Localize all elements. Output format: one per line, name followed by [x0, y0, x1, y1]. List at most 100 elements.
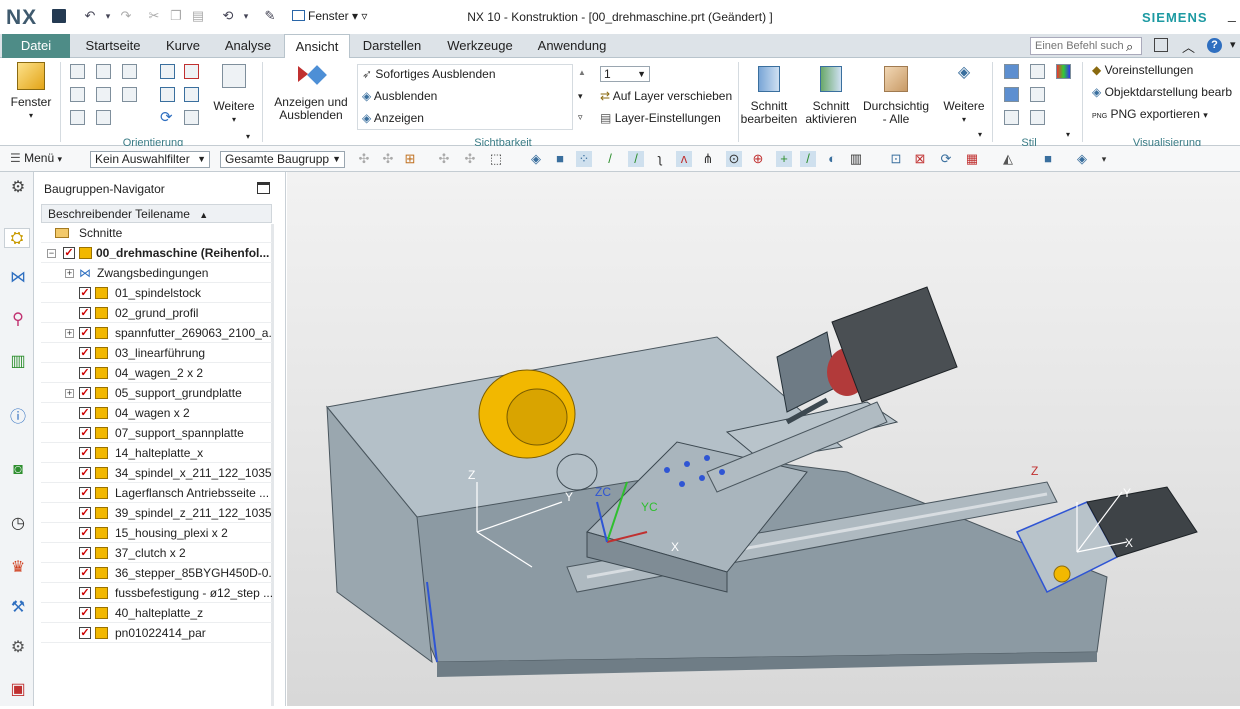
ausblenden-item[interactable]: ◈ Ausblenden — [362, 86, 437, 106]
rotate-icon[interactable]: ⟳ — [160, 108, 173, 126]
zoom-icon[interactable] — [184, 64, 199, 79]
auf-layer-verschieben-button[interactable]: ⇄ Auf Layer verschieben — [600, 86, 732, 106]
tab-startseite[interactable]: Startseite — [80, 34, 146, 58]
rectangle-select-icon[interactable]: ⬚ — [488, 151, 504, 167]
select-body-icon[interactable]: ◈ — [528, 151, 544, 167]
system-materials-icon[interactable]: ♛ — [8, 558, 28, 578]
selection-filter-dropdown[interactable]: Kein Auswahlfilter ▼ — [90, 151, 210, 168]
visibility-checkbox[interactable]: ✓ — [79, 447, 91, 459]
layer-einstellungen-button[interactable]: ▤ Layer-Einstellungen — [600, 108, 721, 128]
roles-icon[interactable]: ▣ — [8, 680, 28, 700]
graphics-window[interactable]: Z Y ZC YC X Z Y X — [287, 172, 1240, 706]
tree-node-component[interactable]: ✓ 15_housing_plexi x 2 — [41, 523, 272, 543]
view-front-icon[interactable] — [96, 64, 111, 79]
expand-icon[interactable]: + — [65, 329, 74, 338]
wireframe-dim-icon[interactable] — [1004, 87, 1019, 102]
manufacturing-wizard-icon[interactable]: ⚙ — [8, 638, 28, 658]
tree-node-component[interactable]: ✓ 01_spindelstock — [41, 283, 272, 303]
view-isometric-icon[interactable] — [70, 64, 85, 79]
assembly-navigator-tab-icon[interactable]: ⛭ — [4, 228, 30, 248]
tree-node-component[interactable]: ✓ 03_linearführung — [41, 343, 272, 363]
tree-node-component[interactable]: ✓ 02_grund_profil — [41, 303, 272, 323]
reuse-library-icon[interactable]: ▥ — [8, 352, 28, 372]
visibility-checkbox[interactable]: ✓ — [79, 327, 91, 339]
zoom-window-icon[interactable]: ⊠ — [912, 151, 928, 167]
process-studio-icon[interactable]: ⚒ — [8, 598, 28, 618]
search-icon[interactable]: ⌕ — [1126, 39, 1133, 55]
filter-icon-2[interactable]: ✣ — [380, 151, 396, 167]
visibility-checkbox[interactable]: ✓ — [79, 627, 91, 639]
collapse-icon[interactable]: − — [47, 249, 56, 258]
snap-center-icon[interactable]: ⊙ — [726, 151, 742, 167]
fit-view-icon[interactable] — [160, 64, 175, 79]
voreinstellungen-button[interactable]: ◆ Voreinstellungen — [1092, 60, 1193, 80]
face-analysis-icon[interactable] — [1030, 110, 1045, 125]
visibility-checkbox[interactable]: ✓ — [79, 487, 91, 499]
filter-icon-3[interactable]: ✣ — [436, 151, 452, 167]
anzeigen-item[interactable]: ◈ Anzeigen — [362, 108, 424, 128]
list-expand-icon[interactable]: ▿ — [578, 112, 583, 123]
snap-bounded-icon[interactable]: ▥ — [848, 151, 864, 167]
snap-tangent-icon[interactable]: ⋔ — [700, 151, 716, 167]
tree-node-component[interactable]: + ✓ spannfutter_269063_2100_a... — [41, 323, 272, 343]
part-navigator-icon[interactable]: ⚲ — [8, 310, 28, 330]
snap-endpoint-icon[interactable]: ⁘ — [576, 151, 592, 167]
history-clock-icon[interactable]: ◷ — [8, 514, 28, 534]
tree-node-component[interactable]: ✓ 37_clutch x 2 — [41, 543, 272, 563]
visibility-checkbox[interactable]: ✓ — [79, 587, 91, 599]
weitere-orientierung-button[interactable]: Weitere ▾ — [212, 64, 256, 126]
tab-werkzeuge[interactable]: Werkzeuge — [442, 34, 518, 58]
visibility-checkbox[interactable]: ✓ — [79, 467, 91, 479]
restore-view-icon[interactable] — [184, 87, 199, 102]
filter-icon-1[interactable]: ✣ — [356, 151, 372, 167]
snap-line-icon[interactable]: / — [602, 151, 618, 167]
visibility-checkbox[interactable]: ✓ — [79, 287, 91, 299]
tree-node-root-assembly[interactable]: − ✓ 00_drehmaschine (Reihenfol... — [41, 243, 272, 263]
visibility-checkbox[interactable]: ✓ — [79, 347, 91, 359]
info-icon[interactable]: ⓘ — [8, 408, 28, 428]
snap-curve-icon[interactable]: ʅ — [652, 151, 668, 167]
collapse-ribbon-icon[interactable]: ︿ — [1182, 37, 1195, 56]
help-icon[interactable]: ? — [1207, 38, 1222, 53]
web-browser-icon[interactable]: ◙ — [8, 460, 28, 480]
list-scroll-down-icon[interactable]: ▾ — [578, 91, 583, 102]
tab-kurve[interactable]: Kurve — [160, 34, 206, 58]
tree-node-component[interactable]: ✓ 04_wagen_2 x 2 — [41, 363, 272, 383]
visibility-checkbox[interactable]: ✓ — [79, 607, 91, 619]
settings-gear-icon[interactable]: ⚙ — [8, 178, 28, 198]
ribbon-more-icon[interactable]: ▾ — [1230, 38, 1236, 51]
section-expand-icon[interactable]: ▾ — [978, 130, 982, 139]
visibility-checkbox[interactable]: ✓ — [79, 547, 91, 559]
tab-analyse[interactable]: Analyse — [222, 34, 274, 58]
tree-node-component[interactable]: + ⋈ Zwangsbedingungen — [41, 263, 272, 283]
snap-intersection-icon[interactable]: ʌ — [676, 151, 692, 167]
snap-on-face-icon[interactable]: ◐ — [824, 151, 840, 167]
tree-node-component[interactable]: ✓ 40_halteplatte_z — [41, 603, 272, 623]
wireframe-icon[interactable] — [1030, 87, 1045, 102]
visibility-checkbox[interactable]: ✓ — [63, 247, 75, 259]
stil-expand-icon[interactable]: ▾ — [1066, 130, 1070, 139]
visibility-checkbox[interactable]: ✓ — [79, 387, 91, 399]
pan-icon[interactable] — [160, 87, 175, 102]
snap-on-curve-icon[interactable]: / — [800, 151, 816, 167]
fenster-button[interactable]: Fenster ▾ — [8, 62, 54, 122]
view-top-icon[interactable] — [70, 87, 85, 102]
objektdarstellung-button[interactable]: ◈ Objektdarstellung bearb — [1092, 82, 1232, 102]
menu-button[interactable]: ☰ Menü ▾ — [10, 151, 62, 165]
shaded-icon[interactable] — [1030, 64, 1045, 79]
shaded-edges-icon[interactable] — [1004, 64, 1019, 79]
tree-node-component[interactable]: ✓ pn01022414_par — [41, 623, 272, 643]
constraint-navigator-icon[interactable]: ⋈ — [8, 268, 28, 288]
tab-ansicht[interactable]: Ansicht — [284, 34, 350, 59]
snap-existing-point-icon[interactable]: + — [776, 151, 792, 167]
expand-icon[interactable]: + — [65, 269, 74, 278]
view-right-icon[interactable] — [122, 87, 137, 102]
view-style-icon[interactable]: ■ — [1040, 151, 1056, 167]
snap-view-icon[interactable] — [184, 110, 199, 125]
show-hide-small-icon[interactable]: ◈ — [1074, 151, 1090, 167]
visibility-checkbox[interactable]: ✓ — [79, 427, 91, 439]
toolbar-overflow-icon[interactable]: ▾ — [1096, 151, 1112, 167]
visibility-checkbox[interactable]: ✓ — [79, 367, 91, 379]
visibility-checkbox[interactable]: ✓ — [79, 307, 91, 319]
render-style-icon[interactable]: ◭ — [1000, 151, 1016, 167]
